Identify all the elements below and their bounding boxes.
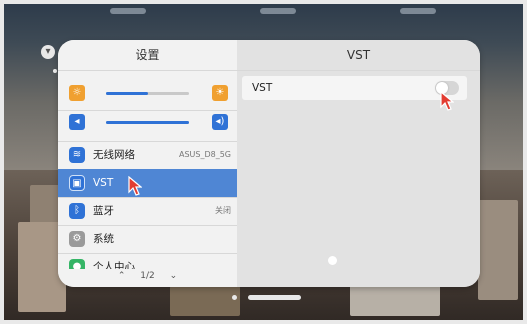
- detail-title: VST: [346, 48, 371, 62]
- divider: [58, 70, 237, 71]
- settings-item-system[interactable]: ⚙ 系统: [58, 225, 237, 253]
- settings-right-pane: VST VST: [237, 40, 480, 287]
- indicator-dot: [328, 256, 337, 265]
- volume-slider[interactable]: [106, 121, 189, 124]
- brightness-high-icon[interactable]: ☀: [212, 85, 228, 101]
- cursor-arrow-icon: [128, 176, 142, 196]
- settings-item-account[interactable]: ● 个人中心: [58, 253, 237, 269]
- settings-item-vst[interactable]: ▣ VST: [58, 169, 237, 197]
- pager: ⌃ 1/2 ⌄: [58, 269, 237, 283]
- settings-item-bluetooth[interactable]: ᛒ 蓝牙 关闭: [58, 197, 237, 225]
- exhibit-stone: [350, 282, 440, 316]
- system-icon: ⚙: [69, 231, 85, 247]
- volume-slider-fill: [106, 121, 189, 124]
- divider: [237, 70, 480, 71]
- volume-high-icon[interactable]: ◂): [212, 114, 228, 130]
- wifi-icon: ≋: [69, 147, 85, 163]
- settings-item-value: ASUS_D8_5G: [178, 150, 231, 159]
- page-down-icon[interactable]: ⌄: [170, 269, 178, 283]
- vst-setting-label: VST: [252, 82, 273, 94]
- ceiling-light: [110, 8, 146, 14]
- brightness-slider-fill: [106, 92, 148, 95]
- settings-item-label: VST: [93, 177, 114, 189]
- ceiling-light: [260, 8, 296, 14]
- settings-item-label: 蓝牙: [93, 205, 114, 217]
- bluetooth-icon: ᛒ: [69, 203, 85, 219]
- settings-item-value: 关闭: [215, 206, 231, 215]
- settings-panel: 设置 ☼ ☀ ◂ ◂) ≋ 无线网络 ASUS_D8_5G ▣ VST ᛒ 蓝牙…: [58, 40, 480, 287]
- window-move-handle[interactable]: [248, 295, 301, 300]
- brightness-low-icon[interactable]: ☼: [69, 85, 85, 101]
- brightness-slider[interactable]: [106, 92, 189, 95]
- volume-low-icon[interactable]: ◂: [69, 114, 85, 130]
- indicator-dot: [53, 69, 57, 73]
- settings-item-label: 个人中心: [93, 261, 135, 269]
- vst-setting-row: VST: [242, 76, 467, 100]
- page-up-icon[interactable]: ⌃: [118, 269, 126, 283]
- cursor-arrow-icon: [440, 91, 454, 111]
- account-icon: ●: [69, 259, 85, 269]
- ceiling-light: [400, 8, 436, 14]
- settings-left-pane: 设置 ☼ ☀ ◂ ◂) ≋ 无线网络 ASUS_D8_5G ▣ VST ᛒ 蓝牙…: [58, 40, 237, 287]
- exhibit-stone: [170, 286, 240, 316]
- window-dot[interactable]: [232, 295, 237, 300]
- page-indicator: 1/2: [140, 271, 155, 281]
- settings-title: 设置: [135, 48, 160, 62]
- settings-item-label: 系统: [93, 233, 114, 245]
- brightness-slider-row: ☼ ☀: [58, 79, 237, 107]
- exhibit-stone: [478, 200, 518, 300]
- settings-item-wifi[interactable]: ≋ 无线网络 ASUS_D8_5G: [58, 141, 237, 169]
- vst-icon: ▣: [69, 175, 85, 191]
- settings-item-label: 无线网络: [93, 149, 135, 161]
- collapse-button[interactable]: ▾: [41, 45, 55, 59]
- volume-slider-row: ◂ ◂): [58, 108, 237, 136]
